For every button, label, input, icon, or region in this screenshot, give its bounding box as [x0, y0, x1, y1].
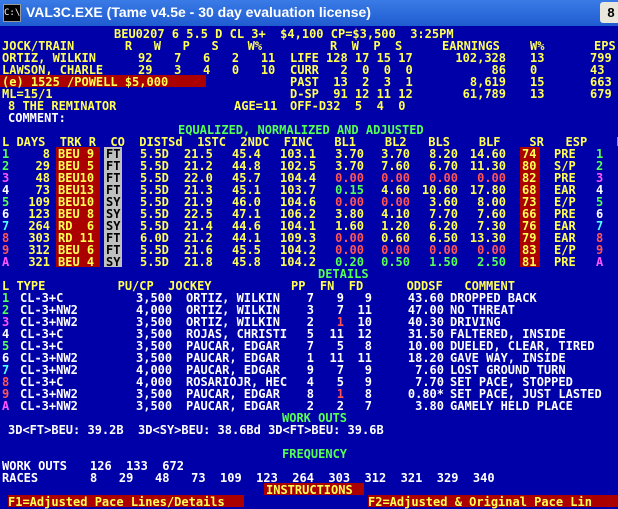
instructions-title: INSTRUCTIONS — [266, 483, 353, 497]
f2-key[interactable]: F2=Adjusted & Original Pace Lin — [368, 496, 592, 508]
row-speed-rating: 81 — [522, 255, 537, 269]
horse-age: AGE=11 — [234, 99, 278, 113]
record-stats: 32 5 4 0 — [326, 99, 406, 113]
row-lp: A — [596, 255, 604, 269]
close-button[interactable]: 8 — [600, 2, 618, 23]
record-label: OFF-D — [290, 99, 327, 113]
window-title: VAL3C.EXE (Tame v4.5e - 30 day evaluatio… — [26, 4, 371, 20]
app-icon: C:\ — [3, 4, 21, 22]
row-final: 104.2 — [280, 255, 317, 269]
detail-price: 3,500 — [136, 399, 173, 413]
row-bls: 1.50 — [429, 255, 458, 269]
window-titlebar: C:\ VAL3C.EXE (Tame v4.5e - 30 day evalu… — [0, 0, 618, 26]
row-condition: SY — [106, 255, 121, 269]
record-earnings — [440, 100, 506, 112]
detail-field: 7 — [364, 399, 372, 413]
row-days: 321 — [28, 255, 50, 269]
row-distance: 5.5D — [140, 255, 169, 269]
detail-type: CL-3+NW2 — [20, 399, 78, 413]
row-first-call: 21.8 — [184, 255, 213, 269]
record-wpct: 13 — [530, 87, 545, 101]
detail-jockey: PAUCAR, EDGAR — [186, 399, 280, 413]
detail-odds: 3.80 — [415, 399, 444, 413]
dos-console: BEU0207 6 5.5 D CL 3+ $4,100 CP=$3,500 3… — [0, 26, 618, 508]
row-blf: 2.50 — [477, 255, 506, 269]
detail-label: A — [2, 399, 10, 413]
record-earnings: 61,789 — [462, 87, 506, 101]
row-track: BEU 4 — [58, 255, 95, 269]
detail-comment: GAMELY HELD PLACE — [450, 399, 573, 413]
comment-label: COMMENT: — [8, 111, 66, 125]
row-bl2: 0.50 — [381, 255, 410, 269]
freq-races-label: RACES — [2, 471, 39, 485]
row-esp: PRE — [554, 255, 576, 269]
record-eps: 679 — [590, 87, 612, 101]
frequency-section-title: FREQUENCY — [282, 447, 348, 461]
f1-key[interactable]: F1=Adjusted Pace Lines/Details — [8, 496, 225, 508]
workouts-line: 3D<FT>BEU: 39.2B 3D<SY>BEU: 38.6Bd 3D<FT… — [8, 423, 384, 437]
row-second-call: 45.8 — [232, 255, 261, 269]
